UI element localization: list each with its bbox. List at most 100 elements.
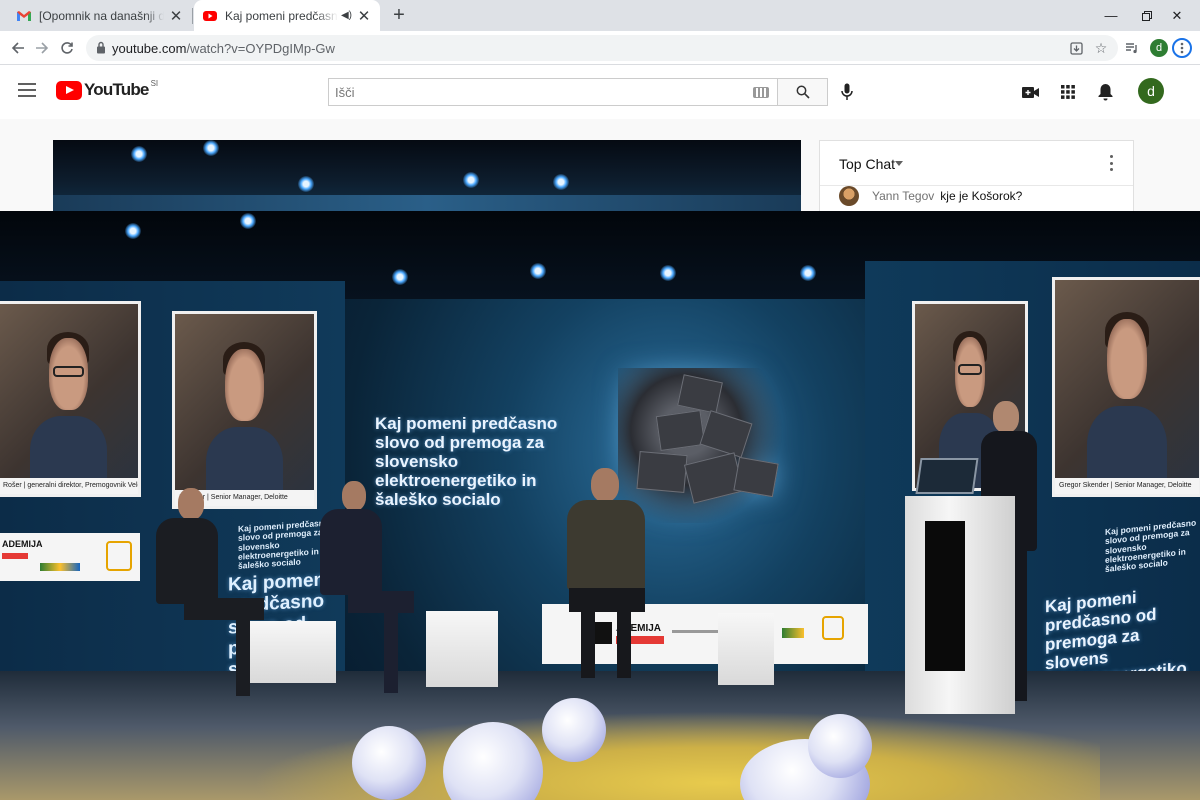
video-screen-right-2: Gregor Skender | Senior Manager, Deloitt… — [1052, 277, 1200, 497]
browser-toolbar: youtube.com/watch?v=OYPDgIMp-Gw ☆ d — [0, 31, 1200, 65]
chat-message: Yann Tegov kje je Košorok? — [839, 186, 1129, 206]
panelist-image — [1086, 311, 1168, 494]
account-avatar[interactable]: d — [1138, 78, 1164, 104]
stage-light — [131, 146, 147, 162]
video-camera-icon — [1022, 86, 1039, 98]
decor-ball — [808, 714, 872, 778]
address-bar[interactable]: youtube.com/watch?v=OYPDgIMp-Gw ☆ — [86, 35, 1118, 61]
stage-light — [800, 265, 816, 281]
tab-title: Kaj pomeni predčasno slovo — [225, 8, 338, 23]
chat-mode-title[interactable]: Top Chat — [839, 156, 895, 172]
tab-title: [Opomnik na današnji digitalni d — [39, 8, 164, 23]
podium — [905, 496, 1015, 714]
video-frame-overlay[interactable]: Rošer | generalni direktor, Premogovnik … — [0, 211, 1200, 800]
panelist-1 — [150, 488, 270, 698]
youtube-logo[interactable]: YouTube SI — [56, 79, 159, 100]
sponsor-banner-left: ADEMIJA — [0, 533, 140, 581]
reload-button[interactable] — [55, 36, 79, 60]
sponsor-logo — [106, 541, 132, 571]
stage-cube — [426, 611, 498, 687]
speaker-icon[interactable]: ◀) — [341, 10, 352, 21]
create-video-button[interactable] — [1020, 81, 1042, 103]
video-screen-left-1: Rošer | generalni direktor, Premogovnik … — [0, 301, 141, 497]
close-icon[interactable]: ✕ — [356, 8, 372, 25]
chat-author-avatar[interactable] — [839, 186, 859, 206]
forward-button[interactable] — [30, 36, 54, 60]
sponsor-logo — [782, 628, 804, 638]
url-text: youtube.com/watch?v=OYPDgIMp-Gw — [112, 41, 335, 56]
stage-light — [660, 265, 676, 281]
screen-caption: Gregor Skender | Senior Manager, Deloitt… — [1055, 478, 1199, 494]
tab-divider — [192, 8, 193, 24]
arrow-right-icon — [36, 42, 49, 54]
stage-light — [553, 174, 569, 190]
chat-header: Top Chat — [820, 141, 1133, 186]
video-screen-left-2: Skender | Senior Manager, Deloitte — [172, 311, 317, 509]
chrome-menu-button[interactable] — [1172, 38, 1192, 58]
decor-ball — [542, 698, 606, 762]
apps-button[interactable] — [1057, 81, 1079, 103]
panelist-image — [205, 342, 284, 506]
stage-light — [530, 263, 546, 279]
close-icon[interactable]: ✕ — [168, 8, 184, 25]
bookmark-star-icon[interactable]: ☆ — [1093, 40, 1109, 56]
youtube-masthead: YouTube SI d — [0, 65, 1200, 119]
back-button[interactable] — [6, 36, 30, 60]
sponsor-logo — [822, 616, 844, 640]
decor-ball — [352, 726, 426, 800]
more-vert-icon — [1180, 42, 1184, 54]
youtube-wordmark: YouTube — [84, 80, 149, 99]
screen-caption: Rošer | generalni direktor, Premogovnik … — [0, 478, 138, 494]
panelist-2 — [320, 481, 430, 701]
gmail-icon — [17, 10, 31, 21]
restore-icon — [1142, 10, 1152, 21]
youtube-icon — [203, 10, 217, 21]
country-code: SI — [150, 79, 159, 88]
sponsor-text: ADEMIJA — [2, 539, 43, 549]
browser-tabstrip: [Opomnik na današnji digitalni d ✕ Kaj p… — [0, 0, 1200, 31]
wall-small-text-right: Kaj pomeni predčasno slovo od premoga za… — [1105, 517, 1197, 575]
caret-down-icon[interactable] — [895, 161, 903, 166]
search-input[interactable] — [329, 79, 729, 105]
stage-light — [203, 140, 219, 156]
menu-icon[interactable] — [18, 83, 36, 97]
apps-grid-icon — [1061, 85, 1075, 99]
stage-wall — [53, 195, 801, 212]
sponsor-logo — [2, 553, 28, 559]
profile-avatar[interactable]: d — [1150, 39, 1168, 57]
keyboard-icon[interactable] — [753, 87, 769, 98]
stage-light — [463, 172, 479, 188]
search-button[interactable] — [777, 78, 828, 106]
chat-message-text: kje je Košorok? — [940, 189, 1023, 203]
new-tab-button[interactable]: + — [388, 4, 410, 26]
youtube-play-icon — [56, 80, 82, 100]
notifications-button[interactable] — [1094, 81, 1116, 103]
install-app-icon[interactable] — [1068, 40, 1084, 56]
url-path: /watch?v=OYPDgIMp-Gw — [186, 41, 335, 56]
media-controls-icon[interactable] — [1124, 40, 1140, 56]
search-box — [328, 78, 777, 106]
stage-light — [125, 223, 141, 239]
reload-icon — [61, 42, 73, 54]
stage-cube — [718, 613, 774, 685]
sponsor-logo — [40, 563, 80, 571]
lock-icon[interactable] — [96, 41, 106, 54]
url-host: youtube.com — [112, 41, 187, 56]
panelist-3 — [563, 468, 653, 688]
stage-light — [298, 176, 314, 192]
more-vert-icon[interactable] — [1108, 155, 1114, 171]
live-chat-panel: Top Chat Yann Tegov kje je Košorok? — [819, 140, 1134, 212]
voice-search-button[interactable] — [836, 81, 858, 103]
chat-author[interactable]: Yann Tegov — [872, 189, 934, 203]
close-window-button[interactable]: ✕ — [1154, 0, 1200, 31]
search-icon — [796, 85, 810, 99]
panelist-image — [29, 331, 108, 494]
bell-icon — [1098, 84, 1112, 101]
stage-light — [240, 213, 256, 229]
microphone-icon — [841, 83, 853, 100]
tab-youtube[interactable]: Kaj pomeni predčasno slovo ◀) ✕ — [194, 0, 380, 31]
tab-gmail[interactable]: [Opomnik na današnji digitalni d ✕ — [8, 0, 192, 31]
video-player[interactable] — [53, 140, 801, 212]
stage-light — [392, 269, 408, 285]
laptop — [915, 458, 979, 494]
